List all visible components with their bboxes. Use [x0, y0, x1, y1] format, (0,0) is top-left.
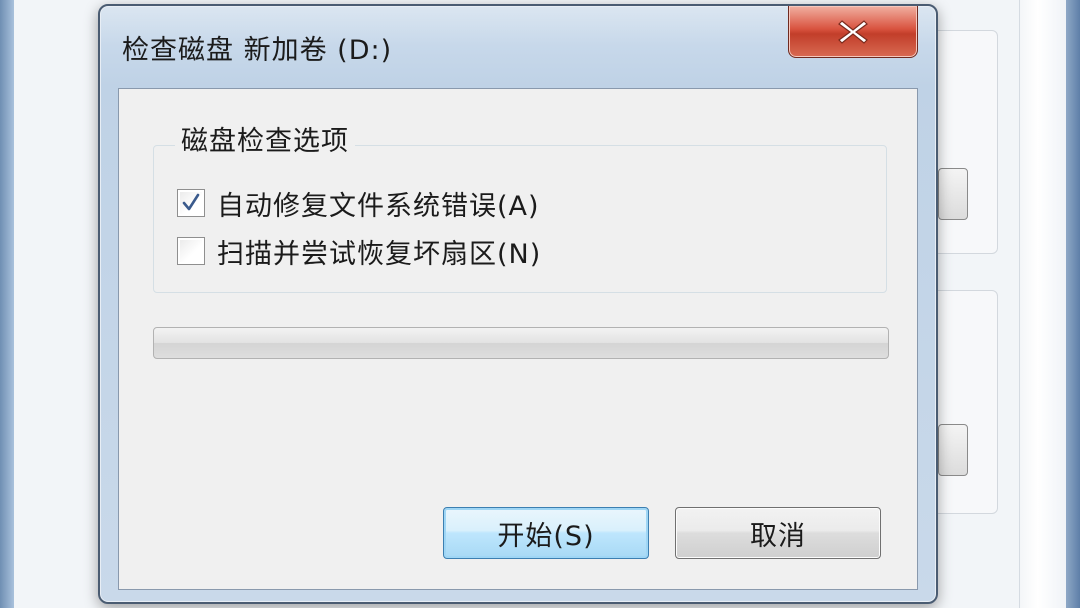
close-icon — [838, 19, 868, 44]
start-button[interactable]: 开始(S) — [443, 507, 649, 559]
progress-bar — [153, 327, 889, 359]
background-button-top — [938, 168, 968, 220]
background-window-border-right — [1066, 0, 1080, 608]
scan-recover-label: 扫描并尝试恢复坏扇区(N) — [217, 238, 542, 270]
background-window-frame-left — [0, 0, 14, 608]
close-button[interactable] — [788, 6, 918, 58]
checkmark-icon — [182, 193, 200, 211]
check-disk-dialog: 检查磁盘 新加卷 (D:) 磁盘检查选项 自动修复文件系统错误(A) 扫描并尝试… — [98, 4, 938, 604]
cancel-button[interactable]: 取消 — [675, 507, 881, 559]
dialog-title: 检查磁盘 新加卷 (D:) — [122, 35, 393, 66]
auto-fix-option[interactable]: 自动修复文件系统错误(A) — [177, 185, 540, 222]
scan-recover-checkbox[interactable] — [177, 237, 205, 265]
scan-recover-option[interactable]: 扫描并尝试恢复坏扇区(N) — [177, 233, 542, 270]
auto-fix-checkbox[interactable] — [177, 189, 205, 217]
dialog-client-area: 磁盘检查选项 自动修复文件系统错误(A) 扫描并尝试恢复坏扇区(N) 开始(S)… — [118, 88, 918, 590]
auto-fix-label: 自动修复文件系统错误(A) — [217, 190, 540, 222]
options-group-label: 磁盘检查选项 — [175, 119, 355, 158]
background-button-bottom — [938, 424, 968, 476]
